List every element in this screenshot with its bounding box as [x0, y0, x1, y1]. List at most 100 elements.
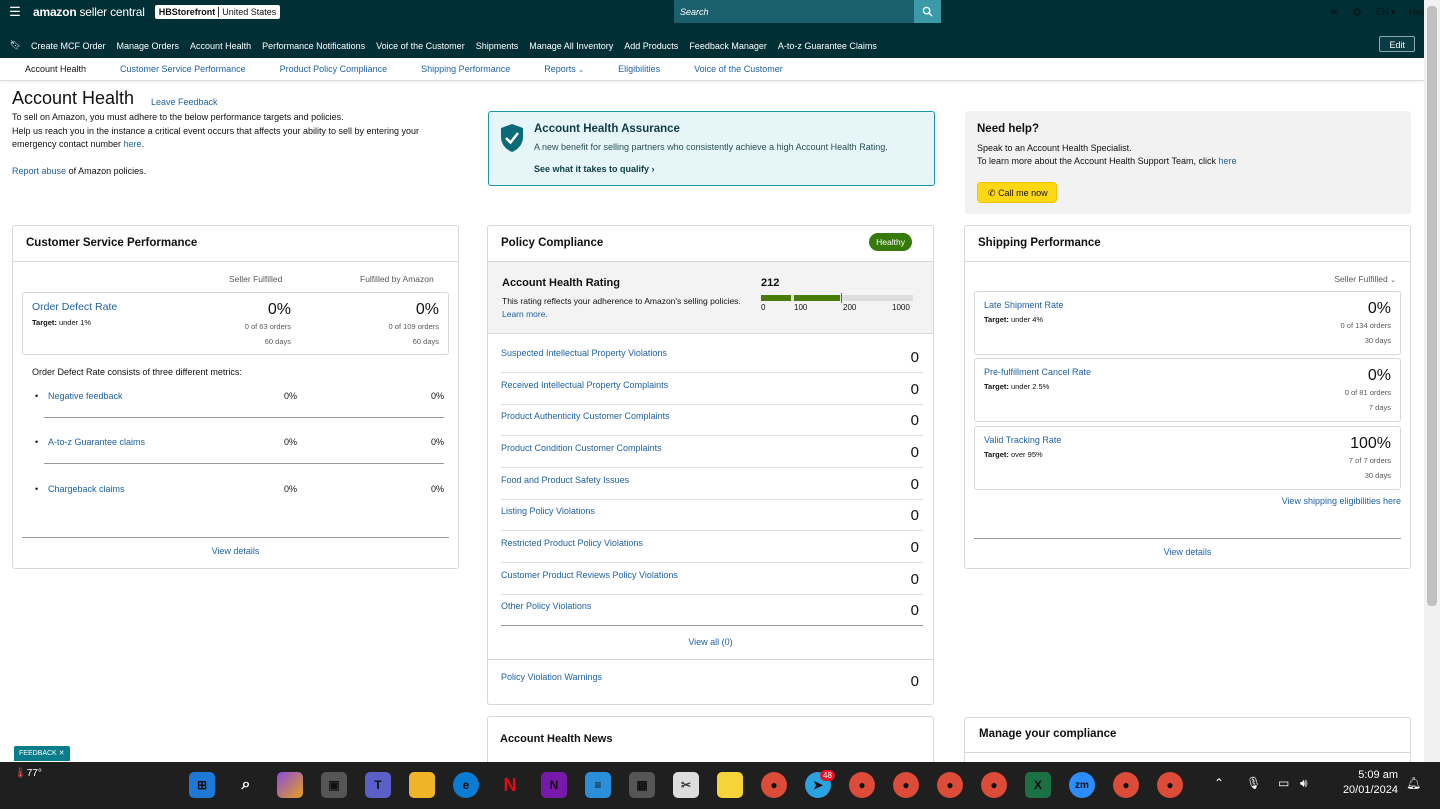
tab-reports[interactable]: Reports ⌄ [544, 64, 584, 74]
notification-icon[interactable]: 🔔︎ [1406, 776, 1421, 790]
chrome-profile-icon[interactable]: ● [893, 772, 919, 798]
clock-time: 5:09 am [1358, 769, 1398, 781]
report-abuse-link[interactable]: Report abuse [12, 166, 66, 176]
chrome-profile-icon[interactable]: ● [1157, 772, 1183, 798]
emergency-contact-link[interactable]: here [124, 139, 142, 149]
tab-voice-of-customer[interactable]: Voice of the Customer [694, 64, 783, 74]
task-view-icon[interactable]: ▣ [321, 772, 347, 798]
feedback-tab-button[interactable]: FEEDBACK ✕ [14, 746, 70, 761]
speaker-icon[interactable]: 🔊︎ [1300, 776, 1308, 791]
policy-row[interactable]: Restricted Product Policy Violations 0 [501, 531, 923, 563]
ahr-learn-more-link[interactable]: Learn more. [502, 309, 548, 319]
policy-row[interactable]: Listing Policy Violations 0 [501, 499, 923, 531]
search-taskbar-icon[interactable]: ⌕ [233, 772, 259, 798]
policy-row-label[interactable]: Received Intellectual Property Complaint… [501, 380, 668, 390]
search-input[interactable]: Search [674, 0, 914, 23]
policy-row[interactable]: Product Authenticity Customer Complaints… [501, 404, 923, 436]
chrome-icon[interactable]: ● [761, 772, 787, 798]
shipping-eligibilities-link[interactable]: View shipping eligibilities here [1282, 496, 1401, 506]
chrome-profile-icon[interactable]: ● [981, 772, 1007, 798]
atoz-claims-fba: 0% [430, 437, 444, 447]
hamburger-menu-icon[interactable]: ☰ [0, 4, 30, 20]
policy-view-all-link[interactable]: View all (0) [487, 637, 934, 647]
scrollbar-thumb[interactable] [1427, 6, 1437, 606]
netflix-icon[interactable]: N [497, 772, 523, 798]
chrome-profile-icon[interactable]: ● [849, 772, 875, 798]
nav-item-performance-notifications[interactable]: Performance Notifications [262, 41, 365, 51]
late-shipment-rate-link[interactable]: Late Shipment Rate [984, 300, 1064, 310]
file-explorer-icon[interactable] [409, 772, 435, 798]
seller-central-logo[interactable]: amazon seller central [33, 5, 145, 19]
policy-row[interactable]: Suspected Intellectual Property Violatio… [501, 341, 923, 373]
nav-item-shipments[interactable]: Shipments [476, 41, 519, 51]
nav-item-manage-inventory[interactable]: Manage All Inventory [529, 41, 613, 51]
policy-row[interactable]: Food and Product Safety Issues 0 [501, 468, 923, 500]
language-selector[interactable]: EN ▾ [1376, 7, 1396, 18]
tab-shipping-performance[interactable]: Shipping Performance [421, 64, 510, 74]
policy-row-label[interactable]: Suspected Intellectual Property Violatio… [501, 348, 667, 358]
chrome-profile-icon[interactable]: ● [937, 772, 963, 798]
nav-item-add-products[interactable]: Add Products [624, 41, 678, 51]
bookmark-icon[interactable]: 🔖︎ [0, 40, 31, 51]
excel-icon[interactable]: X [1025, 772, 1051, 798]
policy-row-label[interactable]: Listing Policy Violations [501, 506, 595, 516]
teams-icon[interactable]: T [365, 772, 391, 798]
chrome-profile-icon[interactable]: ● [1113, 772, 1139, 798]
nav-item-feedback-manager[interactable]: Feedback Manager [689, 41, 767, 51]
chevron-up-icon[interactable]: ⌃ [1214, 776, 1224, 790]
zoom-icon[interactable]: zm [1069, 772, 1095, 798]
policy-row-label[interactable]: Product Condition Customer Complaints [501, 443, 662, 453]
policy-row[interactable]: Other Policy Violations 0 [501, 594, 923, 626]
leave-feedback-link[interactable]: Leave Feedback [151, 97, 218, 107]
policy-warnings-link[interactable]: Policy Violation Warnings [501, 672, 602, 682]
windows-start-icon[interactable]: ⊞ [189, 772, 215, 798]
onenote-icon[interactable]: N [541, 772, 567, 798]
snipping-tool-icon[interactable]: ✂ [673, 772, 699, 798]
policy-row-label[interactable]: Restricted Product Policy Violations [501, 538, 643, 548]
copilot-icon[interactable] [277, 772, 303, 798]
policy-row-label[interactable]: Other Policy Violations [501, 601, 591, 611]
store-selector[interactable]: HBStorefront United States [154, 5, 281, 19]
policy-row-label[interactable]: Customer Product Reviews Policy Violatio… [501, 570, 678, 580]
policy-row-label[interactable]: Food and Product Safety Issues [501, 475, 629, 485]
support-team-link[interactable]: here [1218, 156, 1236, 166]
nav-item-atoz-claims[interactable]: A-to-z Guarantee Claims [778, 41, 877, 51]
calculator-icon[interactable]: ▦ [629, 772, 655, 798]
policy-row-label[interactable]: Product Authenticity Customer Complaints [501, 411, 670, 421]
edge-icon[interactable]: e [453, 772, 479, 798]
aha-qualify-link[interactable]: See what it takes to qualify › [534, 164, 655, 174]
shipping-filter-dropdown[interactable]: Seller Fulfilled ⌄ [1334, 274, 1396, 284]
tab-customer-service-performance[interactable]: Customer Service Performance [120, 64, 246, 74]
valid-tracking-rate-link[interactable]: Valid Tracking Rate [984, 435, 1061, 445]
nav-item-voice-of-customer[interactable]: Voice of the Customer [376, 41, 465, 51]
tab-product-policy-compliance[interactable]: Product Policy Compliance [280, 64, 388, 74]
call-me-now-button[interactable]: ✆ Call me now [977, 182, 1057, 203]
edit-nav-button[interactable]: Edit [1379, 36, 1415, 52]
csp-view-details-link[interactable]: View details [13, 546, 458, 556]
tab-eligibilities[interactable]: Eligibilities [618, 64, 660, 74]
nav-item-create-mcf-order[interactable]: Create MCF Order [31, 41, 106, 51]
order-defect-rate-link[interactable]: Order Defect Rate [32, 301, 117, 313]
shipping-view-details-link[interactable]: View details [965, 547, 1410, 557]
policy-row[interactable]: Customer Product Reviews Policy Violatio… [501, 563, 923, 595]
policy-row[interactable]: Product Condition Customer Complaints 0 [501, 436, 923, 468]
microphone-icon[interactable]: 🎙︎ [1246, 776, 1261, 790]
atoz-claims-link[interactable]: A-to-z Guarantee claims [48, 437, 145, 447]
mail-icon[interactable]: ✉ [1331, 7, 1339, 18]
display-icon[interactable]: ▭ [1278, 776, 1289, 790]
valid-tracking-target-value: over 95% [1010, 450, 1043, 459]
cancel-rate-link[interactable]: Pre-fulfillment Cancel Rate [984, 367, 1091, 377]
search-button[interactable] [914, 0, 941, 23]
nav-item-manage-orders[interactable]: Manage Orders [117, 41, 180, 51]
policy-row[interactable]: Received Intellectual Property Complaint… [501, 373, 923, 405]
gear-icon[interactable]: ⚙ [1352, 6, 1362, 19]
negative-feedback-link[interactable]: Negative feedback [48, 391, 123, 401]
weather-widget[interactable]: 🌡︎77° [14, 768, 42, 779]
chargeback-claims-link[interactable]: Chargeback claims [48, 484, 125, 494]
page-scrollbar[interactable] [1424, 0, 1440, 762]
tab-account-health[interactable]: Account Health [25, 64, 86, 74]
clock[interactable]: 5:09 am 20/01/2024 [1334, 769, 1398, 796]
nav-item-account-health[interactable]: Account Health [190, 41, 251, 51]
notepad-icon[interactable]: ≡ [585, 772, 611, 798]
sticky-notes-icon[interactable] [717, 772, 743, 798]
